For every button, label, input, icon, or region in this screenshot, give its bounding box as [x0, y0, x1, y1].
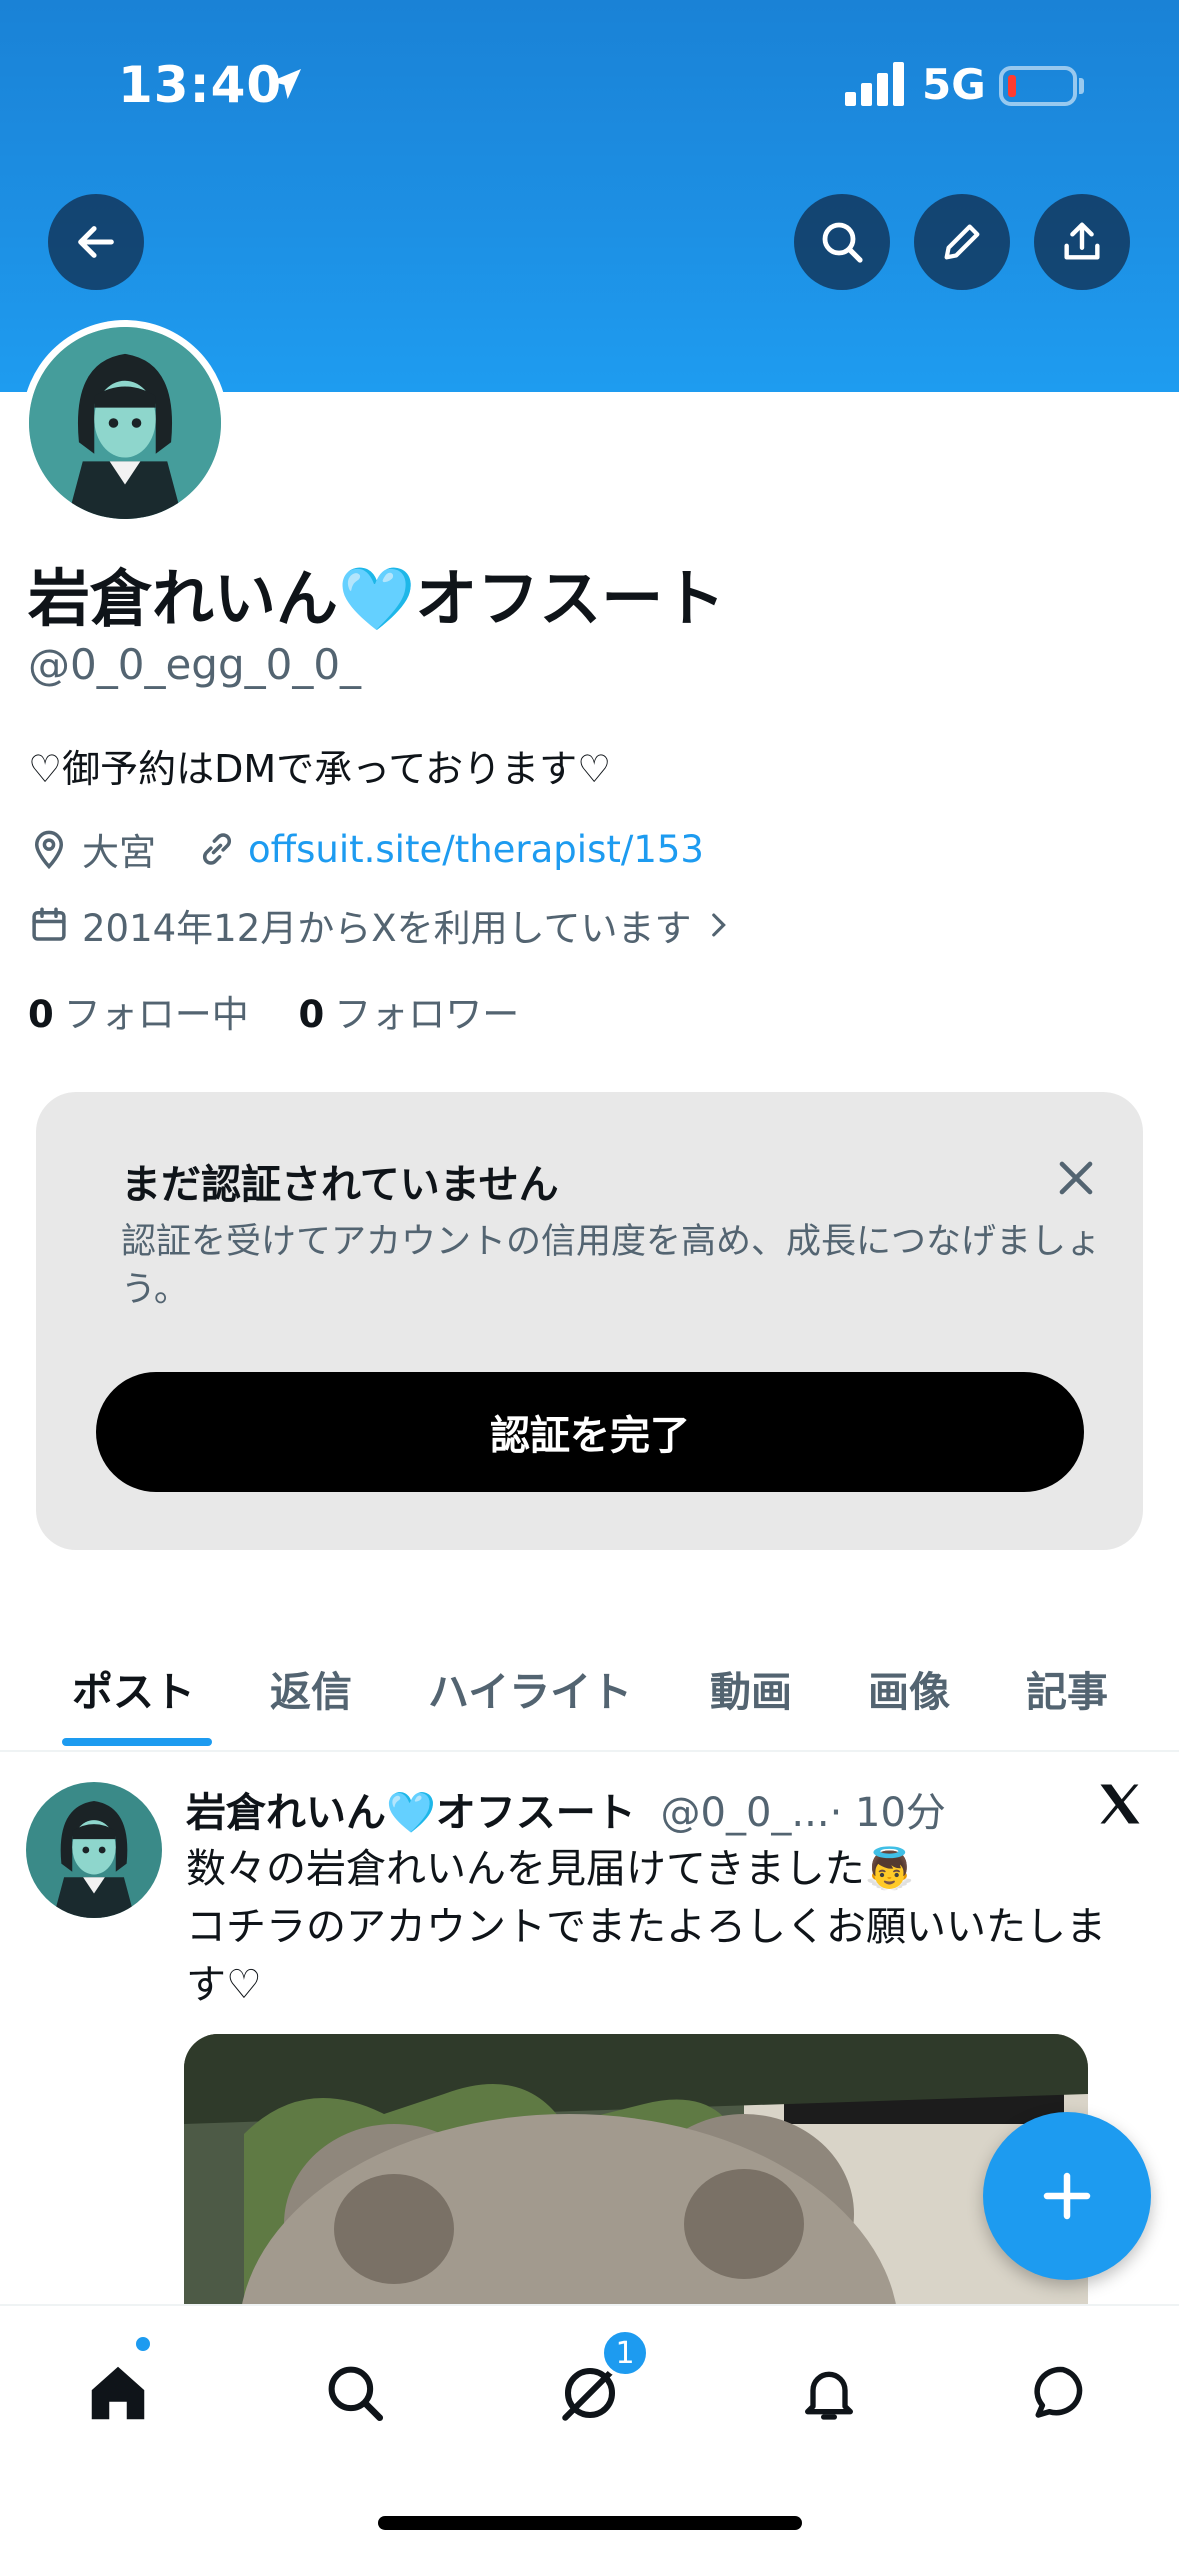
grok-badge: 1: [600, 2328, 650, 2378]
post-text: 数々の岩倉れいんを見届けてきました👼 コチラのアカウントでまたよろしくお願いいた…: [186, 1840, 1126, 2014]
profile-bio: ♡御予約はDMで承っております♡: [28, 747, 612, 791]
profile-joined-row[interactable]: 2014年12月からXを利用しています: [28, 898, 735, 952]
home-unread-dot: [133, 2334, 153, 2354]
close-icon[interactable]: [1048, 1150, 1104, 1206]
tab-replies[interactable]: 返信: [270, 1658, 352, 1718]
profile-avatar[interactable]: [22, 320, 228, 526]
tab-images[interactable]: 画像: [868, 1658, 950, 1718]
tab-videos[interactable]: 動画: [710, 1658, 792, 1718]
bell-icon: [805, 2371, 853, 2420]
tab-articles[interactable]: 記事: [1026, 1658, 1108, 1718]
share-button[interactable]: [1034, 194, 1130, 290]
x-logo-icon: [1100, 1784, 1140, 1824]
home-icon: [91, 2366, 145, 2420]
battery-tip: [1079, 78, 1084, 94]
followers-stat[interactable]: 0 フォロワー: [299, 993, 520, 1036]
chevron-right-icon: [712, 913, 727, 937]
arrow-left-icon: [78, 226, 114, 258]
post-text-line: 数々の岩倉れいんを見届けてきました👼: [186, 1846, 915, 1892]
nav-home[interactable]: [73, 2348, 163, 2438]
search-button[interactable]: [794, 194, 890, 290]
nav-messages[interactable]: [1018, 2348, 1108, 2438]
profile-website-link[interactable]: offsuit.site/therapist/153: [248, 828, 704, 871]
avatar-illustration: [29, 327, 221, 519]
status-bar: 13:40 5G: [0, 0, 1179, 170]
verification-title: まだ認証されていません: [121, 1162, 559, 1208]
post-author-name[interactable]: 岩倉れいん🩵オフスート: [186, 1790, 636, 1836]
verification-card: まだ認証されていません 認証を受けてアカウントの信用度を高め、成長につなげましょ…: [36, 1092, 1143, 1550]
following-stat[interactable]: 0 フォロー中: [28, 993, 249, 1036]
network-type: 5G: [922, 60, 986, 109]
post-time: · 10分: [829, 1790, 946, 1836]
battery-icon: [999, 66, 1077, 106]
nav-explore[interactable]: [310, 2348, 400, 2438]
cellular-signal-icon: [845, 62, 904, 106]
profile-location: 大宮: [82, 831, 156, 874]
share-icon: [1064, 222, 1100, 260]
status-time: 13:40: [118, 56, 283, 114]
post-text-line: コチラのアカウントでまたよろしくお願いいたします♡: [186, 1904, 1106, 2008]
location-arrow-icon: [271, 69, 301, 99]
post-header: 岩倉れいん🩵オフスート @0_0_...· 10分: [186, 1780, 946, 1838]
avatar-illustration: [26, 1782, 162, 1918]
profile-tabs: ポスト 返信 ハイライト 動画 画像 記事: [0, 1620, 1179, 1752]
profile-handle: @0_0_egg_0_0_: [28, 640, 362, 689]
follow-stats: 0 フォロー中 0 フォロワー: [28, 984, 519, 1038]
profile-meta-row: 大宮 offsuit.site/therapist/153: [28, 822, 704, 876]
calendar-icon: [32, 907, 66, 941]
verification-description: 認証を受けてアカウントの信用度を高め、成長につなげましょう。: [121, 1222, 1102, 1310]
search-icon: [822, 222, 863, 263]
search-icon: [328, 2366, 384, 2422]
profile-joined: 2014年12月からXを利用しています: [82, 907, 692, 950]
complete-verification-button[interactable]: 認証を完了: [96, 1372, 1084, 1492]
home-indicator: [378, 2516, 802, 2530]
tab-posts[interactable]: ポスト: [72, 1658, 195, 1718]
pencil-icon: [944, 224, 980, 260]
back-button[interactable]: [48, 194, 144, 290]
nav-notifications[interactable]: [784, 2348, 874, 2438]
location-pin-icon: [34, 830, 64, 870]
profile-display-name: 岩倉れいん🩵オフスート: [28, 562, 726, 635]
chat-bubble-icon: [1034, 2366, 1083, 2418]
plus-icon: [1043, 2172, 1091, 2220]
compose-post-button[interactable]: [983, 2112, 1151, 2280]
active-tab-indicator: [62, 1738, 212, 1746]
link-icon: [203, 833, 231, 865]
tab-highlights[interactable]: ハイライト: [428, 1658, 632, 1718]
post-avatar[interactable]: [26, 1782, 162, 1918]
post-author-handle[interactable]: @0_0_...: [661, 1790, 830, 1836]
edit-button[interactable]: [914, 194, 1010, 290]
